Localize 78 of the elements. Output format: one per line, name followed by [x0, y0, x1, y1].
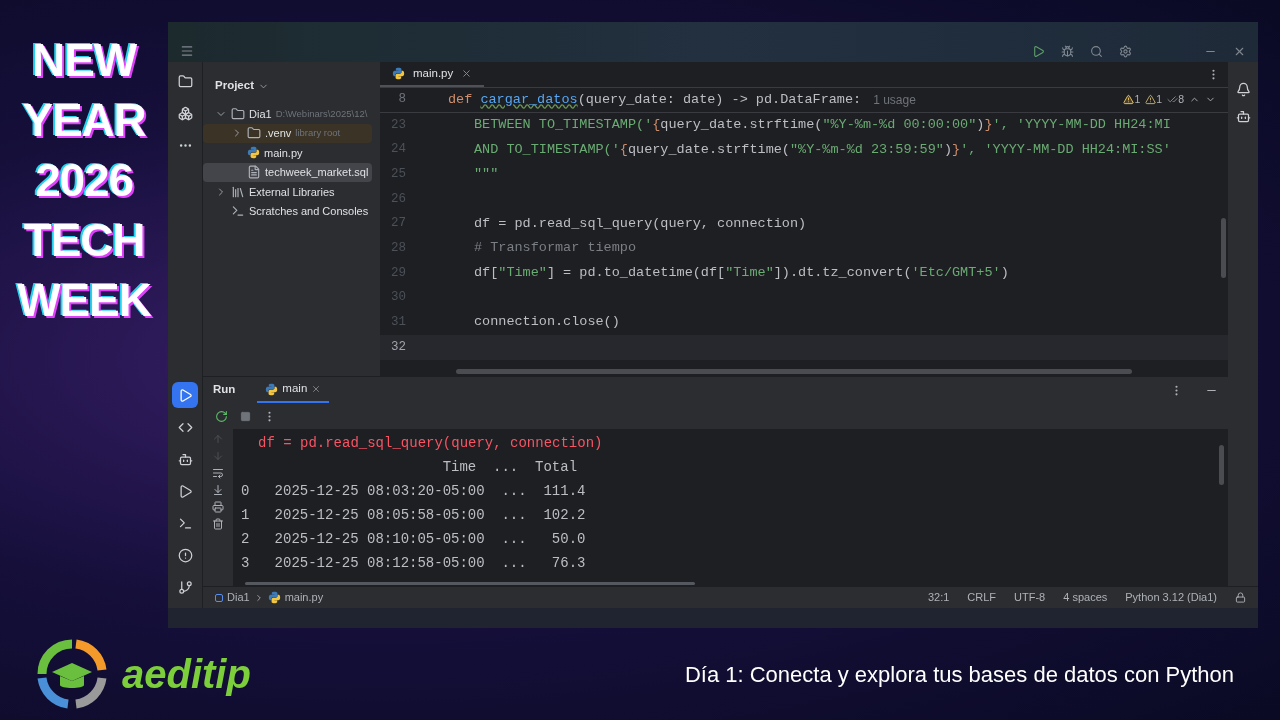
tree-item[interactable]: techweek_market.sql — [203, 162, 372, 182]
run-tool-icon[interactable] — [172, 382, 198, 408]
vertical-scrollbar[interactable] — [1221, 218, 1226, 278]
close-icon[interactable] — [461, 68, 473, 79]
console-line: Time ... Total — [441, 458, 578, 477]
horizontal-scrollbar[interactable] — [245, 582, 695, 585]
scroll-end-icon[interactable] — [212, 484, 224, 496]
file-icon — [247, 165, 261, 180]
search-icon[interactable] — [1090, 45, 1103, 58]
code-line: BETWEEN TO_TIMESTAMP('{query_date.strftime("%Y-%m-%d 00:00:00")}', 'YYYY-MM-DD HH24:MI — [474, 115, 1171, 134]
status-item[interactable]: 4 spaces — [1063, 589, 1108, 606]
banner-title-line: YEAR — [22, 93, 146, 148]
run-icon[interactable] — [1032, 45, 1045, 58]
console-line: 0 2025-12-25 08:03:20-05:00 ... 111.4 — [241, 482, 586, 501]
tree-item[interactable]: Dia1 D:\Webinars\2025\12\ — [203, 104, 372, 124]
bug-icon[interactable] — [1061, 45, 1074, 58]
brand-name: aeditip — [122, 651, 251, 698]
close-icon[interactable] — [1233, 45, 1246, 58]
status-item[interactable]: 32:1 — [927, 589, 950, 606]
code-line: # Transformar tiempo — [474, 239, 637, 258]
rerun-icon[interactable] — [215, 409, 228, 423]
tree-item[interactable]: main.py — [203, 143, 372, 163]
python-icon — [265, 382, 279, 396]
banner-title-line: WEEK — [17, 273, 151, 328]
settings-icon[interactable] — [1119, 45, 1132, 58]
code-line: df = pd.read_sql_query(query, connection) — [474, 214, 807, 233]
banner-title-line: NEW — [32, 33, 136, 88]
stop-icon[interactable] — [240, 410, 251, 422]
tree-item[interactable]: Scratches and Consoles — [203, 201, 372, 221]
horizontal-scrollbar[interactable] — [456, 369, 1132, 374]
vertical-scrollbar[interactable] — [1219, 445, 1224, 485]
python-icon — [267, 591, 281, 604]
inspection-count: 8 — [1178, 91, 1184, 107]
code-line: AND TO_TIMESTAMP('{query_date.strftime("%Y-%m-%d 23:59:59")}', 'YYYY-MM-DD HH24:MI:SS' — [474, 140, 1171, 159]
line-number: 8 — [397, 91, 406, 109]
lock-icon[interactable] — [1235, 592, 1246, 603]
trash-icon[interactable] — [212, 518, 224, 530]
inspection-count: 1 — [1156, 91, 1163, 107]
tree-item[interactable]: .venv library root — [203, 123, 372, 143]
wrap-icon[interactable] — [212, 467, 224, 479]
folder-icon — [231, 106, 245, 121]
run-tab[interactable]: main — [257, 377, 330, 403]
tree-item[interactable]: External Libraries — [203, 182, 372, 202]
print-icon[interactable] — [212, 501, 224, 513]
video-caption: Día 1: Conecta y explora tus bases de datos con Python — [684, 660, 1234, 689]
status-item[interactable]: Python 3.12 (Dia1) — [1125, 589, 1217, 606]
breadcrumb[interactable]: main.py — [284, 589, 324, 606]
console-icon — [231, 204, 245, 219]
tree-hint: D:\Webinars\2025\12\ — [275, 106, 368, 121]
breadcrumb[interactable]: Dia1 — [227, 589, 250, 606]
inspection-count: 1 — [1134, 91, 1141, 107]
banner-title-line: TECH — [23, 213, 145, 268]
tree-hint: library root — [295, 126, 341, 141]
line-number: 32 — [390, 338, 406, 356]
banner-title-line: 2026 — [35, 153, 133, 208]
assistant-icon[interactable] — [1235, 109, 1251, 124]
code-line: connection.close() — [474, 313, 620, 332]
console-line: 3 2025-12-25 08:12:58-05:00 ... 76.3 — [241, 554, 586, 573]
python-icon — [247, 146, 260, 160]
status-item[interactable]: CRLF — [967, 589, 997, 606]
python-icon — [392, 67, 405, 80]
notifications-icon[interactable] — [1235, 82, 1251, 97]
status-item[interactable]: UTF-8 — [1014, 589, 1046, 606]
panel-title: Run — [213, 382, 236, 398]
code-line: df["Time"] = pd.to_datetime(df["Time"]).dt.tz_convert('Etc/GMT+5') — [474, 264, 1009, 283]
console-line: 1 2025-12-25 08:05:58-05:00 ... 102.2 — [241, 506, 586, 525]
panel-title: Project — [215, 78, 254, 94]
code-line: def cargar_datos(query_date: date) -> pd.DataFrame: — [448, 90, 862, 109]
module-icon — [215, 593, 223, 602]
close-icon[interactable] — [311, 384, 322, 394]
folder-icon — [247, 126, 261, 141]
console-line: 2 2025-12-25 08:10:05-05:00 ... 50.0 — [241, 530, 586, 549]
code-line: """ — [474, 165, 499, 184]
usage-hint: 1 usage — [873, 91, 916, 109]
library-icon — [231, 184, 245, 199]
console-line: df = pd.read_sql_query(query, connection) — [257, 434, 603, 453]
editor-tab[interactable]: main.py — [380, 62, 485, 87]
menu-icon[interactable] — [180, 44, 194, 58]
